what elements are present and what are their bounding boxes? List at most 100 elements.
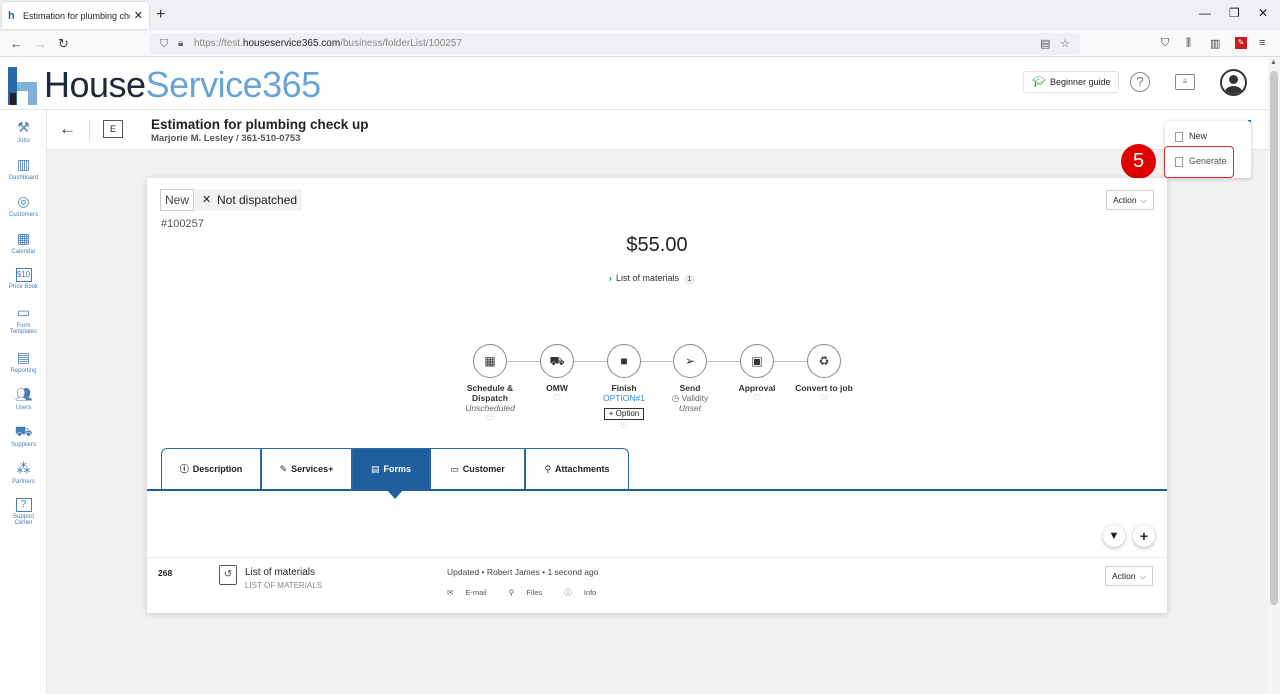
new-tab-button[interactable]: + (156, 6, 165, 24)
document-type-badge: E (103, 120, 123, 138)
chart-icon: ▥ (16, 156, 31, 172)
convert-cycle-icon: ♻ (807, 344, 841, 378)
filter-button[interactable]: ▼ (1103, 525, 1125, 547)
browser-tab-bar: h Estimation for plumbing check ✕ + — ❐ … (0, 0, 1280, 31)
sidebar-item-label: Customers (8, 212, 38, 218)
email-link[interactable]: ✉ E-mail (447, 588, 497, 597)
forward-nav-icon[interactable]: → (34, 36, 47, 51)
scroll-up-icon[interactable]: ▲ (1270, 59, 1277, 66)
menu-icon[interactable]: ≡ (1259, 37, 1265, 49)
action-button[interactable]: Action ⌵ (1106, 190, 1154, 210)
logo-text-house: House (44, 64, 146, 105)
sidebar-item-support-center[interactable]: ? Support Center (0, 496, 47, 526)
address-bar[interactable]: ⛉ 🔒︎ https://test.houseservice365.com/bu… (150, 33, 1080, 55)
add-form-button[interactable]: + (1133, 525, 1155, 547)
form-links: ✉ E-mail ⚲ Files ⓘ Info (447, 587, 616, 598)
comment-icon[interactable]: 💬︎ (450, 413, 530, 423)
folder-icon[interactable]: ≡ (1175, 74, 1195, 90)
tab-description[interactable]: ⓘ Description (161, 448, 261, 490)
back-nav-icon[interactable]: ← (10, 36, 23, 51)
close-window-button[interactable]: ✕ (1258, 6, 1268, 20)
paper-plane-icon: ➢ (673, 344, 707, 378)
tab-forms[interactable]: ▤ Forms (352, 448, 430, 499)
workflow-step-convert[interactable]: ♻ Convert to job 💬︎ (784, 344, 864, 403)
info-link[interactable]: ⓘ Info (564, 588, 606, 597)
total-price: $55.00 (626, 234, 688, 256)
status-new-badge: New (160, 189, 195, 211)
step-status: Unset (678, 403, 702, 413)
paperclip-icon: ⚲ (508, 588, 517, 597)
comment-icon[interactable]: 💬︎ (784, 393, 864, 403)
add-option-button[interactable]: + Option (603, 408, 645, 420)
user-avatar-icon[interactable] (1220, 69, 1247, 96)
action-label: Action (1113, 195, 1137, 205)
page-header: ← E Estimation for plumbing check up Mar… (47, 110, 1268, 150)
estimate-card: New ✕ Not dispatched #100257 Action ⌵ $55… (147, 178, 1167, 613)
reader-view-icon[interactable]: ▤ (1040, 33, 1050, 55)
step-number-badge: 5 (1121, 144, 1156, 179)
restore-window-button[interactable]: ❐ (1229, 6, 1240, 20)
sidebar-item-calendar[interactable]: ▦ Calendar (0, 229, 47, 255)
sidebar-item-jobs[interactable]: ⚒ Jobs (0, 118, 47, 144)
tab-attachments[interactable]: ⚲ Attachments (525, 448, 629, 490)
tab-label: Attachments (555, 464, 610, 474)
truck-icon: ⛟ (540, 344, 574, 378)
sidebar-item-label: Price Book (8, 284, 38, 290)
envelope-icon: ✉ (447, 588, 456, 597)
sidebar: ⚒ Jobs ▥ Dashboard ◎ Customers ▦ Calenda… (0, 110, 47, 694)
materials-link-label: List of materials (616, 273, 680, 283)
document-icon: ▤ (370, 464, 380, 474)
logo[interactable]: House Service365 (6, 63, 321, 107)
sidebar-item-form-templates[interactable]: ▭ Form Templates (0, 303, 47, 335)
row-divider (147, 557, 1167, 558)
materials-count-badge: 1 (684, 274, 696, 285)
sidebar-item-label: Suppliers (10, 442, 36, 448)
page-scrollbar[interactable]: ▲ (1268, 57, 1280, 694)
bookmark-star-icon[interactable]: ☆ (1060, 33, 1070, 55)
graduation-cap-icon: 🎓︎ (1032, 76, 1046, 88)
form-action-button[interactable]: Action ⌵ (1105, 566, 1153, 586)
id-card-icon: ▭ (450, 464, 459, 474)
step-status: Unscheduled (465, 403, 515, 413)
calendar-check-icon: ▦ (473, 344, 507, 378)
pocket-icon[interactable]: ⛉ (1161, 37, 1169, 50)
minimize-window-button[interactable]: — (1199, 6, 1211, 20)
reload-icon[interactable]: ↻ (58, 36, 69, 52)
form-title[interactable]: List of materials (245, 567, 315, 578)
scrollbar-thumb[interactable] (1270, 71, 1278, 605)
sidebar-item-dashboard[interactable]: ▥ Dashboard (0, 155, 47, 181)
close-icon: ✕ (202, 194, 212, 206)
beginner-guide-button[interactable]: 🎓︎ Beginner guide (1023, 71, 1119, 93)
tab-customer[interactable]: ▭ Customer (430, 448, 525, 490)
comment-icon[interactable]: 💬︎ (584, 421, 664, 431)
url-prefix: https://test. (194, 38, 243, 49)
sidebar-item-reporting[interactable]: ▤ Reporting (0, 348, 47, 374)
sidebar-item-label: Calendar (11, 249, 36, 255)
sidebar-item-users[interactable]: 👥︎ Users (0, 385, 47, 411)
validity-label: Validity (681, 393, 709, 403)
info-icon: ⓘ (564, 588, 574, 597)
extension-icon[interactable]: ✎ (1235, 37, 1247, 49)
sidebar-toggle-icon[interactable]: ▥ (1210, 37, 1220, 50)
sidebar-item-suppliers[interactable]: ⛟ Suppliers (0, 422, 47, 448)
back-arrow-icon[interactable]: ← (59, 119, 76, 139)
tab-services[interactable]: ✎ Services+ (261, 448, 352, 490)
browser-tab[interactable]: h Estimation for plumbing check ✕ (2, 2, 149, 29)
sidebar-item-customers[interactable]: ◎ Customers (0, 192, 47, 218)
shield-icon[interactable]: ⛉ (160, 33, 168, 55)
library-icon[interactable]: ⫼ (1186, 37, 1191, 50)
card-tabs: ⓘ Description ✎ Services+ ▤ Forms ▭ Customer… (161, 448, 629, 499)
tab-label: Forms (383, 464, 412, 474)
materials-link[interactable]: › List of materials 1 (609, 273, 696, 285)
dropdown-item-new[interactable]: New (1175, 131, 1207, 142)
help-icon[interactable]: ? (1130, 72, 1150, 92)
sidebar-item-partners[interactable]: ⁂ Partners (0, 459, 47, 485)
sidebar-item-label: Reporting (10, 368, 37, 374)
chevron-right-icon: › (609, 273, 612, 283)
sidebar-item-price-book[interactable]: $10 Price Book (0, 266, 47, 290)
lock-icon[interactable]: 🔒︎ (178, 33, 183, 55)
close-tab-icon[interactable]: ✕ (134, 9, 143, 22)
files-link[interactable]: ⚲ Files (509, 588, 552, 597)
sidebar-item-label: Dashboard (8, 175, 39, 181)
form-id: 268 (158, 568, 173, 578)
